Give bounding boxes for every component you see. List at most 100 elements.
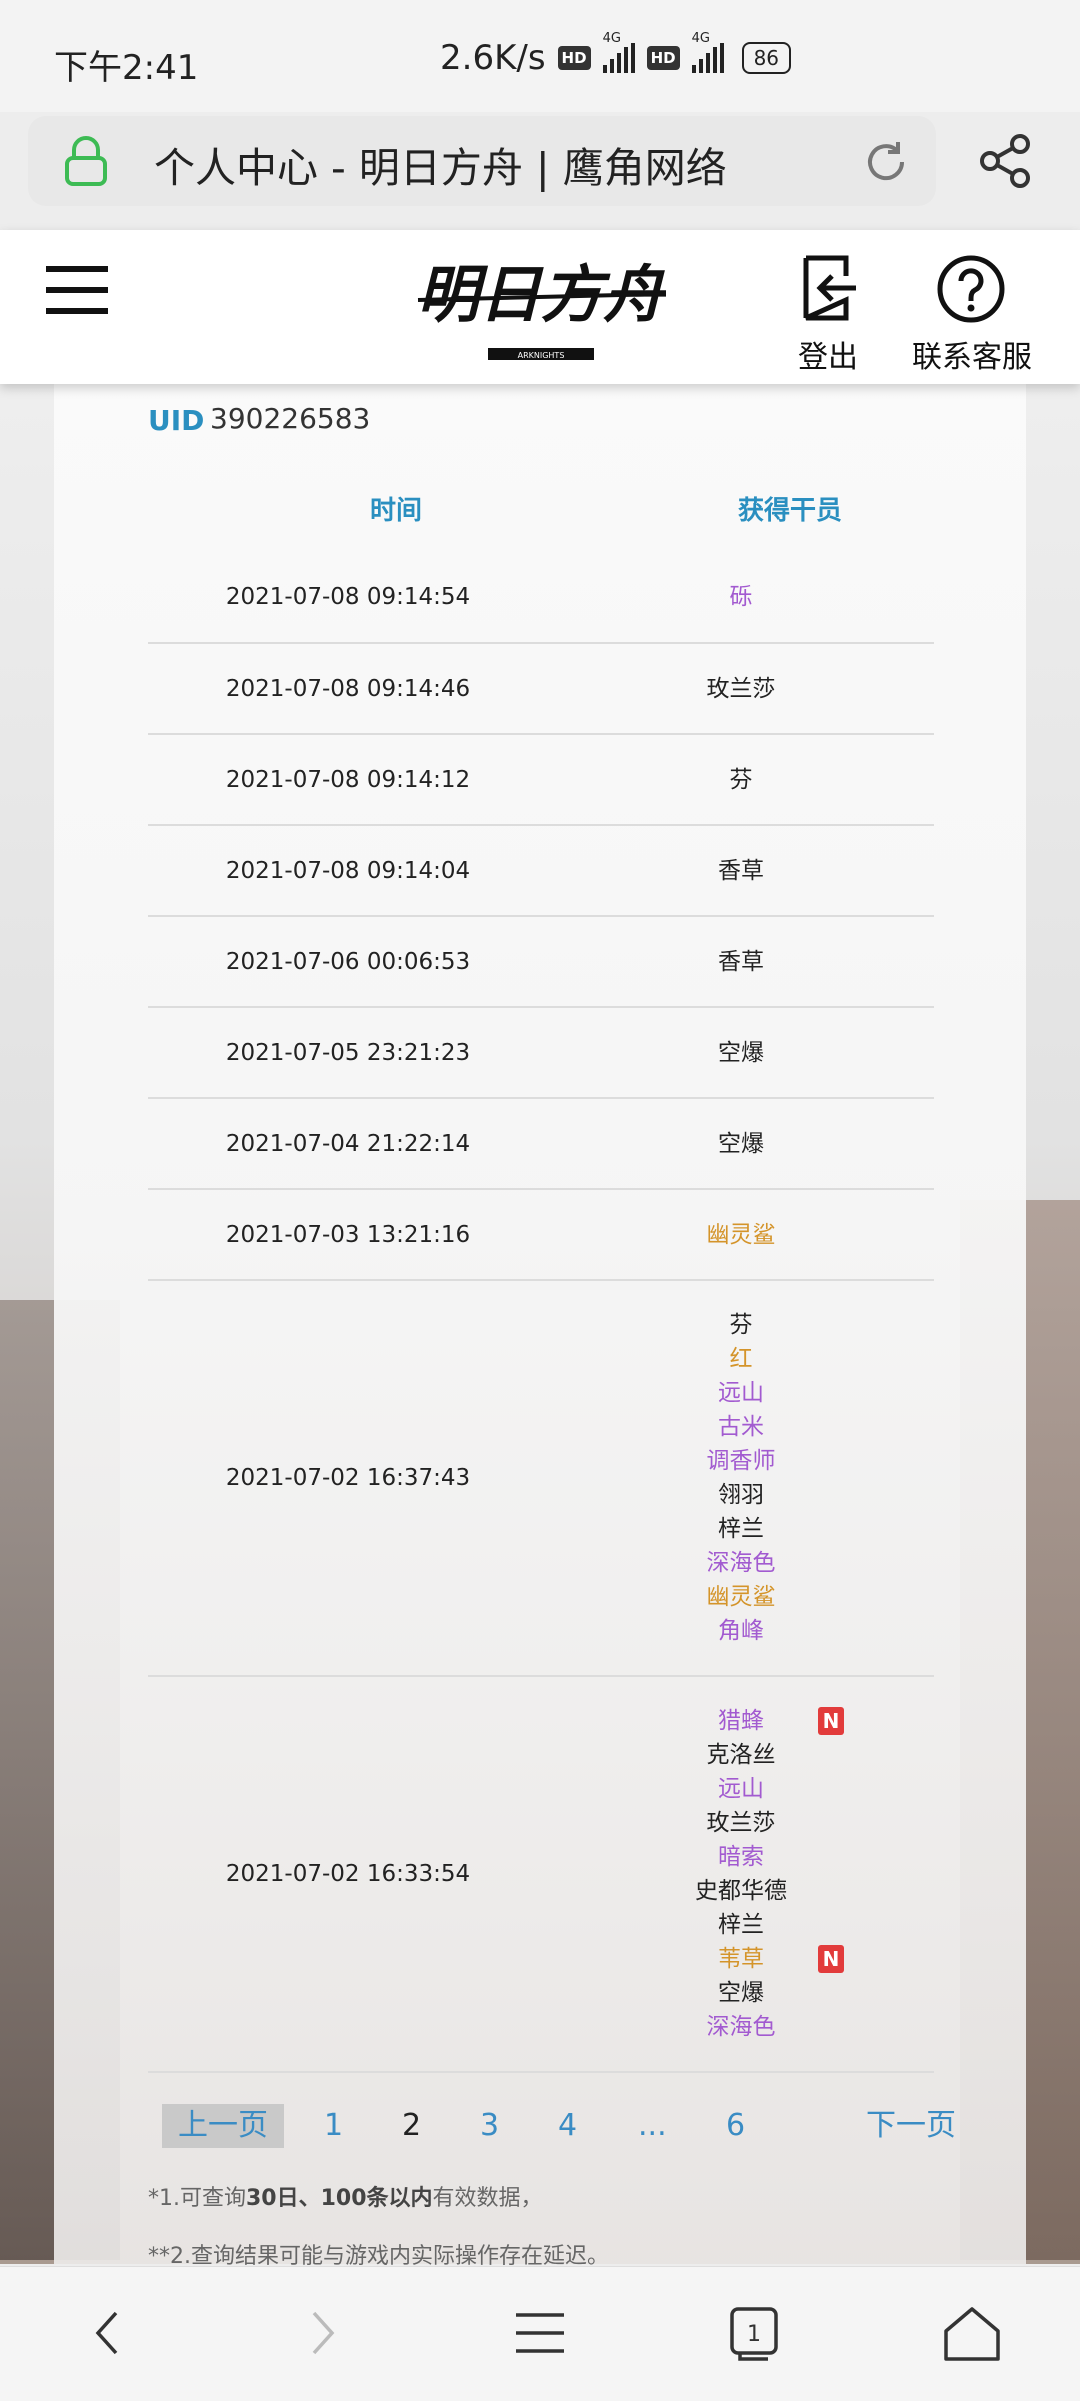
record-operators: 香草	[548, 916, 934, 1008]
record-operators: 玫兰莎	[548, 643, 934, 735]
logout-button[interactable]: 登出	[796, 254, 860, 375]
menu-icon[interactable]	[46, 266, 108, 314]
prev-page-button[interactable]: 上一页	[162, 2104, 284, 2148]
operator-name: 猎蜂 N	[548, 1704, 934, 1738]
page-6-button[interactable]: 6	[726, 2104, 745, 2148]
operator-name: 古米	[718, 1414, 764, 1440]
status-indicators: 2.6K/s HD 4G HD 4G 86	[440, 31, 792, 78]
record-operators: 芬红远山 古米 调香师 翎羽 梓兰 深海色 幽灵鲨 角峰	[548, 1280, 934, 1677]
reload-icon[interactable]	[862, 138, 910, 186]
table-row: 2021-07-08 09:14:46 玫兰莎	[148, 643, 934, 735]
new-operator-badge: N	[818, 1945, 844, 1973]
record-time: 2021-07-06 00:06:53	[148, 916, 548, 1008]
tabs-icon[interactable]: 1	[722, 2301, 786, 2365]
record-time: 2021-07-05 23:21:23	[148, 1007, 548, 1099]
menu-lines-icon[interactable]	[508, 2301, 572, 2365]
operator-name: 角峰	[718, 1618, 764, 1644]
table-row: 2021-07-02 16:33:54 猎蜂 N 克洛丝 远山 玫兰莎 暗索 史都华德 梓兰 苇草…	[148, 1676, 934, 2073]
next-page-button[interactable]: 下一页	[866, 2104, 956, 2148]
operator-name: 暗索	[718, 1844, 764, 1870]
address-bar[interactable]: 个人中心 - 明日方舟 | 鹰角网络	[28, 116, 936, 206]
record-time: 2021-07-08 09:14:46	[148, 643, 548, 735]
record-operators: 空爆	[548, 1007, 934, 1099]
operator-name: 梓兰	[718, 1912, 764, 1938]
pagination: 上一页 1 2 3 4 ... 6 下一页	[162, 2104, 992, 2152]
operator-name: 翎羽	[718, 1482, 764, 1508]
page-4-button[interactable]: 4	[558, 2104, 577, 2148]
network-type: 4G	[602, 31, 621, 46]
battery-indicator: 86	[741, 42, 792, 74]
table-row: 2021-07-03 13:21:16 幽灵鲨	[148, 1189, 934, 1281]
record-time: 2021-07-03 13:21:16	[148, 1189, 548, 1281]
hd-badge: HD	[557, 46, 591, 70]
table-row: 2021-07-02 16:37:43 芬红远山 古米 调香师 翎羽 梓兰 深海色 幽灵鲨 角峰	[148, 1280, 934, 1677]
operator-name: 深海色	[706, 2014, 776, 2040]
record-operators: 幽灵鲨	[548, 1189, 934, 1281]
network-speed: 2.6K/s	[440, 38, 546, 78]
record-time: 2021-07-04 21:22:14	[148, 1098, 548, 1190]
operator-name: 香草	[718, 948, 764, 975]
network-type-2: 4G	[691, 31, 710, 46]
operator-name: 调香师	[706, 1448, 776, 1474]
signal-icon: 4G	[602, 31, 635, 73]
operator-name: 克洛丝	[706, 1742, 776, 1768]
forward-icon[interactable]	[290, 2301, 354, 2365]
operator-name: 空爆	[718, 1039, 764, 1066]
uid-label: UID	[148, 404, 205, 437]
logout-label[interactable]: 登出	[786, 332, 870, 376]
operator-name: 砾	[729, 584, 753, 610]
arknights-logo[interactable]: 明日方舟 ARKNIGHTS	[416, 248, 666, 368]
operator-name: 玫兰莎	[706, 1810, 776, 1836]
operator-name: 深海色	[706, 1550, 776, 1576]
share-icon[interactable]	[980, 134, 1032, 188]
logout-icon[interactable]	[796, 254, 860, 322]
record-time: 2021-07-08 09:14:54	[148, 552, 548, 644]
status-time: 下午2:41	[54, 48, 199, 88]
table-row: 2021-07-04 21:22:14 空爆	[148, 1098, 934, 1190]
recruit-history-table: 2021-07-08 09:14:54 砾 2021-07-08 09:14:46 玫…	[148, 552, 934, 2073]
signal-icon-2: 4G	[691, 31, 724, 73]
lock-icon[interactable]	[64, 136, 108, 186]
content-card: UID 390226583 时间 获得干员 2021-07-08 09:14:5…	[54, 384, 1026, 2269]
record-operators: 香草	[548, 825, 934, 917]
operator-name: 空爆	[718, 1130, 764, 1157]
back-icon[interactable]	[76, 2301, 140, 2365]
page-title[interactable]: 个人中心 - 明日方舟 | 鹰角网络	[154, 134, 727, 194]
operator-name: 玫兰莎	[706, 675, 776, 702]
operator-name: 幽灵鲨	[706, 1221, 776, 1248]
column-header-operators: 获得干员	[737, 496, 842, 526]
page-2-current: 2	[402, 2108, 422, 2143]
logo-subtext: ARKNIGHTS	[518, 351, 565, 360]
page-ellipsis: ...	[638, 2108, 667, 2143]
hd-badge-2: HD	[646, 46, 680, 70]
operator-name: 芬	[729, 766, 753, 793]
new-operator-badge: N	[818, 1707, 844, 1735]
svg-text:1: 1	[747, 2322, 761, 2347]
home-icon[interactable]	[940, 2301, 1004, 2365]
page-3-button[interactable]: 3	[480, 2104, 499, 2148]
support-label[interactable]: 联系客服	[902, 332, 1042, 376]
support-button[interactable]: 联系客服	[906, 254, 1036, 375]
operator-name: 梓兰	[718, 1516, 764, 1542]
record-time: 2021-07-02 16:33:54	[148, 1676, 548, 2073]
record-time: 2021-07-08 09:14:12	[148, 734, 548, 826]
record-operators: 砾	[548, 552, 934, 644]
uid-value: 390226583	[210, 402, 371, 435]
record-operators: 猎蜂 N 克洛丝 远山 玫兰莎 暗索 史都华德 梓兰 苇草 N 空爆 深海色	[548, 1676, 934, 2073]
operator-name: 史都华德	[695, 1878, 787, 1904]
record-operators: 芬	[548, 734, 934, 826]
operator-name: 苇草 N	[548, 1942, 934, 1976]
table-row: 2021-07-08 09:14:54 砾	[148, 552, 934, 644]
site-header: 明日方舟 ARKNIGHTS 登出 联系客服	[0, 230, 1080, 384]
table-row: 2021-07-06 00:06:53 香草	[148, 916, 934, 1008]
table-row: 2021-07-08 09:14:04 香草	[148, 825, 934, 917]
operator-name: 红	[729, 1346, 753, 1372]
table-row: 2021-07-08 09:14:12 芬	[148, 734, 934, 826]
page-1-button[interactable]: 1	[324, 2104, 343, 2148]
help-circle-icon[interactable]	[936, 254, 1006, 324]
record-time: 2021-07-08 09:14:04	[148, 825, 548, 917]
query-note-1: *1.可查询30日、100条以内有效数据，	[148, 2186, 543, 2211]
operator-name: 幽灵鲨	[706, 1584, 776, 1610]
operator-name: 空爆	[718, 1980, 764, 2006]
record-operators: 空爆	[548, 1098, 934, 1190]
